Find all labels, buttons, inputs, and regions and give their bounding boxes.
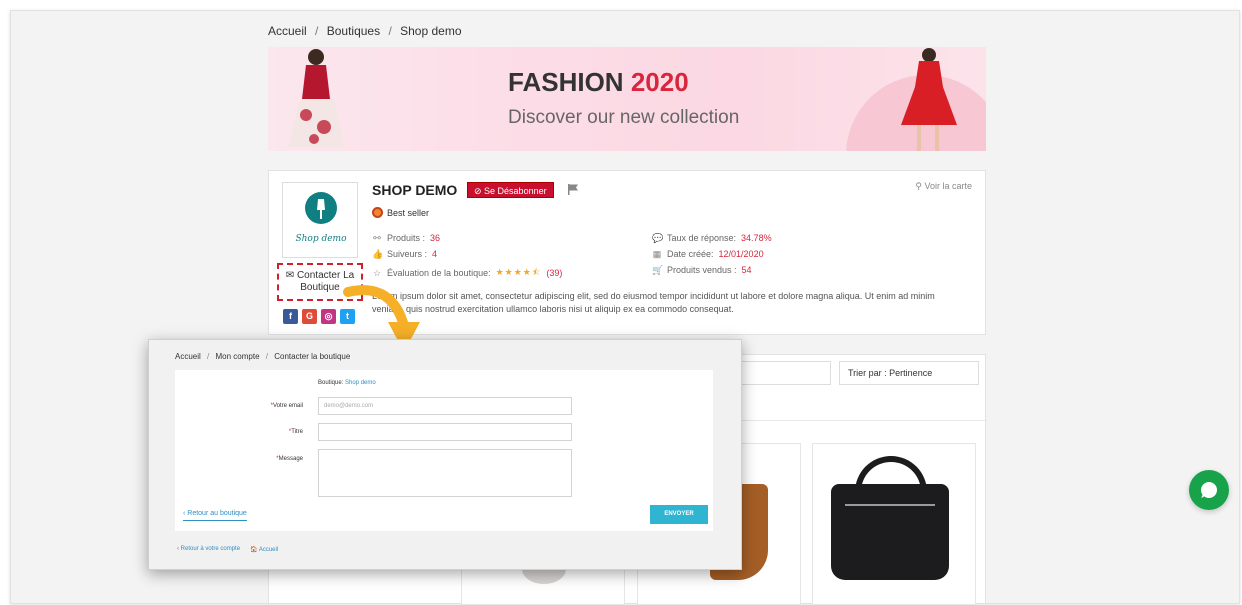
- banner-title-year: 2020: [630, 67, 689, 97]
- back-to-account-link[interactable]: ‹ Retour à votre compte: [177, 546, 240, 553]
- form-shop-line: Boutique: Shop demo: [318, 380, 376, 386]
- contact-label-line2: Boutique: [300, 282, 340, 293]
- chat-bubble-icon: [1201, 482, 1217, 498]
- star-outline-icon: ☆: [372, 268, 382, 278]
- breadcrumb-home[interactable]: Accueil: [175, 352, 201, 361]
- stat-label: Suiveurs :: [387, 249, 428, 259]
- envelope-icon: ✉: [285, 270, 297, 281]
- send-button[interactable]: ENVOYER: [650, 505, 708, 524]
- stat-followers: 👍 Suiveurs : 4: [372, 249, 437, 259]
- stat-created-date: ▦ Date créée: 12/01/2020: [652, 249, 764, 259]
- banner-subtitle: Discover our new collection: [508, 107, 740, 128]
- thumbs-up-icon: 👍: [372, 249, 384, 259]
- title-label: *Titre: [175, 429, 303, 435]
- calendar-icon: ▦: [652, 249, 662, 259]
- breadcrumb-separator: /: [315, 24, 319, 38]
- stat-value: (39): [546, 268, 563, 278]
- stat-label: Date créée:: [667, 249, 714, 259]
- shop-logo[interactable]: Shop demo: [282, 182, 358, 258]
- breadcrumb-separator: /: [388, 24, 392, 38]
- home-icon: 🏠: [250, 547, 259, 553]
- stat-value: 12/01/2020: [718, 249, 764, 259]
- contact-shop-panel: Accueil / Mon compte / Contacter la bout…: [148, 339, 742, 570]
- model-left-image: [288, 49, 344, 147]
- instagram-icon[interactable]: ◎: [321, 309, 336, 324]
- breadcrumb-current: Contacter la boutique: [274, 352, 351, 361]
- cart-icon: 🛒: [652, 265, 664, 275]
- title-field[interactable]: [318, 423, 572, 441]
- logo-text: Shop demo: [295, 234, 347, 244]
- product-card[interactable]: [812, 443, 976, 605]
- back-to-shop-link[interactable]: ‹ Retour au boutique: [183, 510, 247, 521]
- rating-stars: ★★★★⯪: [495, 267, 542, 277]
- contact-breadcrumb: Accueil / Mon compte / Contacter la bout…: [175, 352, 350, 361]
- filter-select[interactable]: [735, 361, 831, 385]
- shop-banner: FASHION 2020 Discover our new collection: [268, 47, 986, 151]
- stat-label: Produits vendus :: [667, 265, 737, 275]
- products-icon: ⚯: [373, 233, 381, 243]
- flag-icon[interactable]: [567, 183, 579, 195]
- stat-value: 34.78%: [741, 233, 772, 243]
- shop-label: Boutique:: [318, 380, 344, 386]
- stat-value: 54: [741, 265, 752, 275]
- shop-link[interactable]: Shop demo: [345, 380, 376, 386]
- home-link[interactable]: 🏠 Accueil: [250, 546, 278, 553]
- email-label-text: Votre email: [272, 403, 303, 409]
- live-chat-button[interactable]: [1189, 470, 1229, 510]
- sort-select[interactable]: Trier par : Pertinence: [839, 361, 979, 385]
- model-right-image: [901, 48, 957, 151]
- breadcrumb-shops[interactable]: Boutiques: [327, 24, 380, 38]
- facebook-icon[interactable]: f: [283, 309, 298, 324]
- shop-name: SHOP DEMO: [372, 182, 458, 198]
- product-image: [831, 484, 949, 580]
- breadcrumb-home[interactable]: Accueil: [268, 24, 307, 38]
- stat-products-sold: 🛒 Produits vendus : 54: [652, 265, 752, 275]
- stat-label: Évaluation de la boutique:: [387, 268, 491, 278]
- stat-label: Produits :: [387, 233, 426, 243]
- logo-emblem: [305, 192, 337, 224]
- breadcrumb-separator: /: [207, 352, 210, 361]
- email-field[interactable]: demo@demo.com: [318, 397, 572, 415]
- best-seller-badge: Best seller: [372, 207, 429, 218]
- stat-response-rate: 💬 Taux de réponse: 34.78%: [652, 233, 772, 243]
- unsubscribe-button[interactable]: ⊘ Se Désabonner: [467, 182, 554, 198]
- contact-footer-links: ‹ Retour à votre compte 🏠 Accueil: [177, 546, 278, 553]
- stat-products: ⚯ Produits : 36: [372, 233, 440, 243]
- home-label: Accueil: [258, 547, 279, 553]
- breadcrumb: Accueil / Boutiques / Shop demo: [268, 24, 462, 38]
- banner-title: FASHION 2020: [508, 67, 689, 98]
- shop-description: Lorem ipsum dolor sit amet, consectetur …: [372, 291, 935, 314]
- contact-form: Boutique: Shop demo *Votre email demo@de…: [175, 370, 713, 531]
- chat-icon: 💬: [652, 233, 664, 243]
- stat-label: Taux de réponse:: [667, 233, 737, 243]
- badge-icon: [372, 207, 383, 218]
- breadcrumb-separator: /: [265, 352, 268, 361]
- stat-value: 4: [432, 249, 438, 259]
- view-map-label: Voir la carte: [924, 181, 972, 191]
- title-label-text: Titre: [291, 429, 303, 435]
- dress-form-icon: [317, 199, 325, 219]
- message-label-text: Message: [278, 456, 303, 462]
- banner-title-text: FASHION: [508, 67, 624, 97]
- email-label: *Votre email: [175, 403, 303, 409]
- stat-value: 36: [430, 233, 441, 243]
- stat-rating: ☆ Évaluation de la boutique: ★★★★⯪ (39): [372, 265, 562, 281]
- message-label: *Message: [175, 456, 303, 462]
- badge-label: Best seller: [387, 207, 430, 218]
- view-map-link[interactable]: ⚲ Voir la carte: [915, 181, 972, 192]
- message-textarea[interactable]: [318, 449, 572, 497]
- breadcrumb-current: Shop demo: [400, 24, 462, 38]
- breadcrumb-account[interactable]: Mon compte: [216, 352, 260, 361]
- google-icon[interactable]: G: [302, 309, 317, 324]
- bag-zipper: [845, 504, 935, 506]
